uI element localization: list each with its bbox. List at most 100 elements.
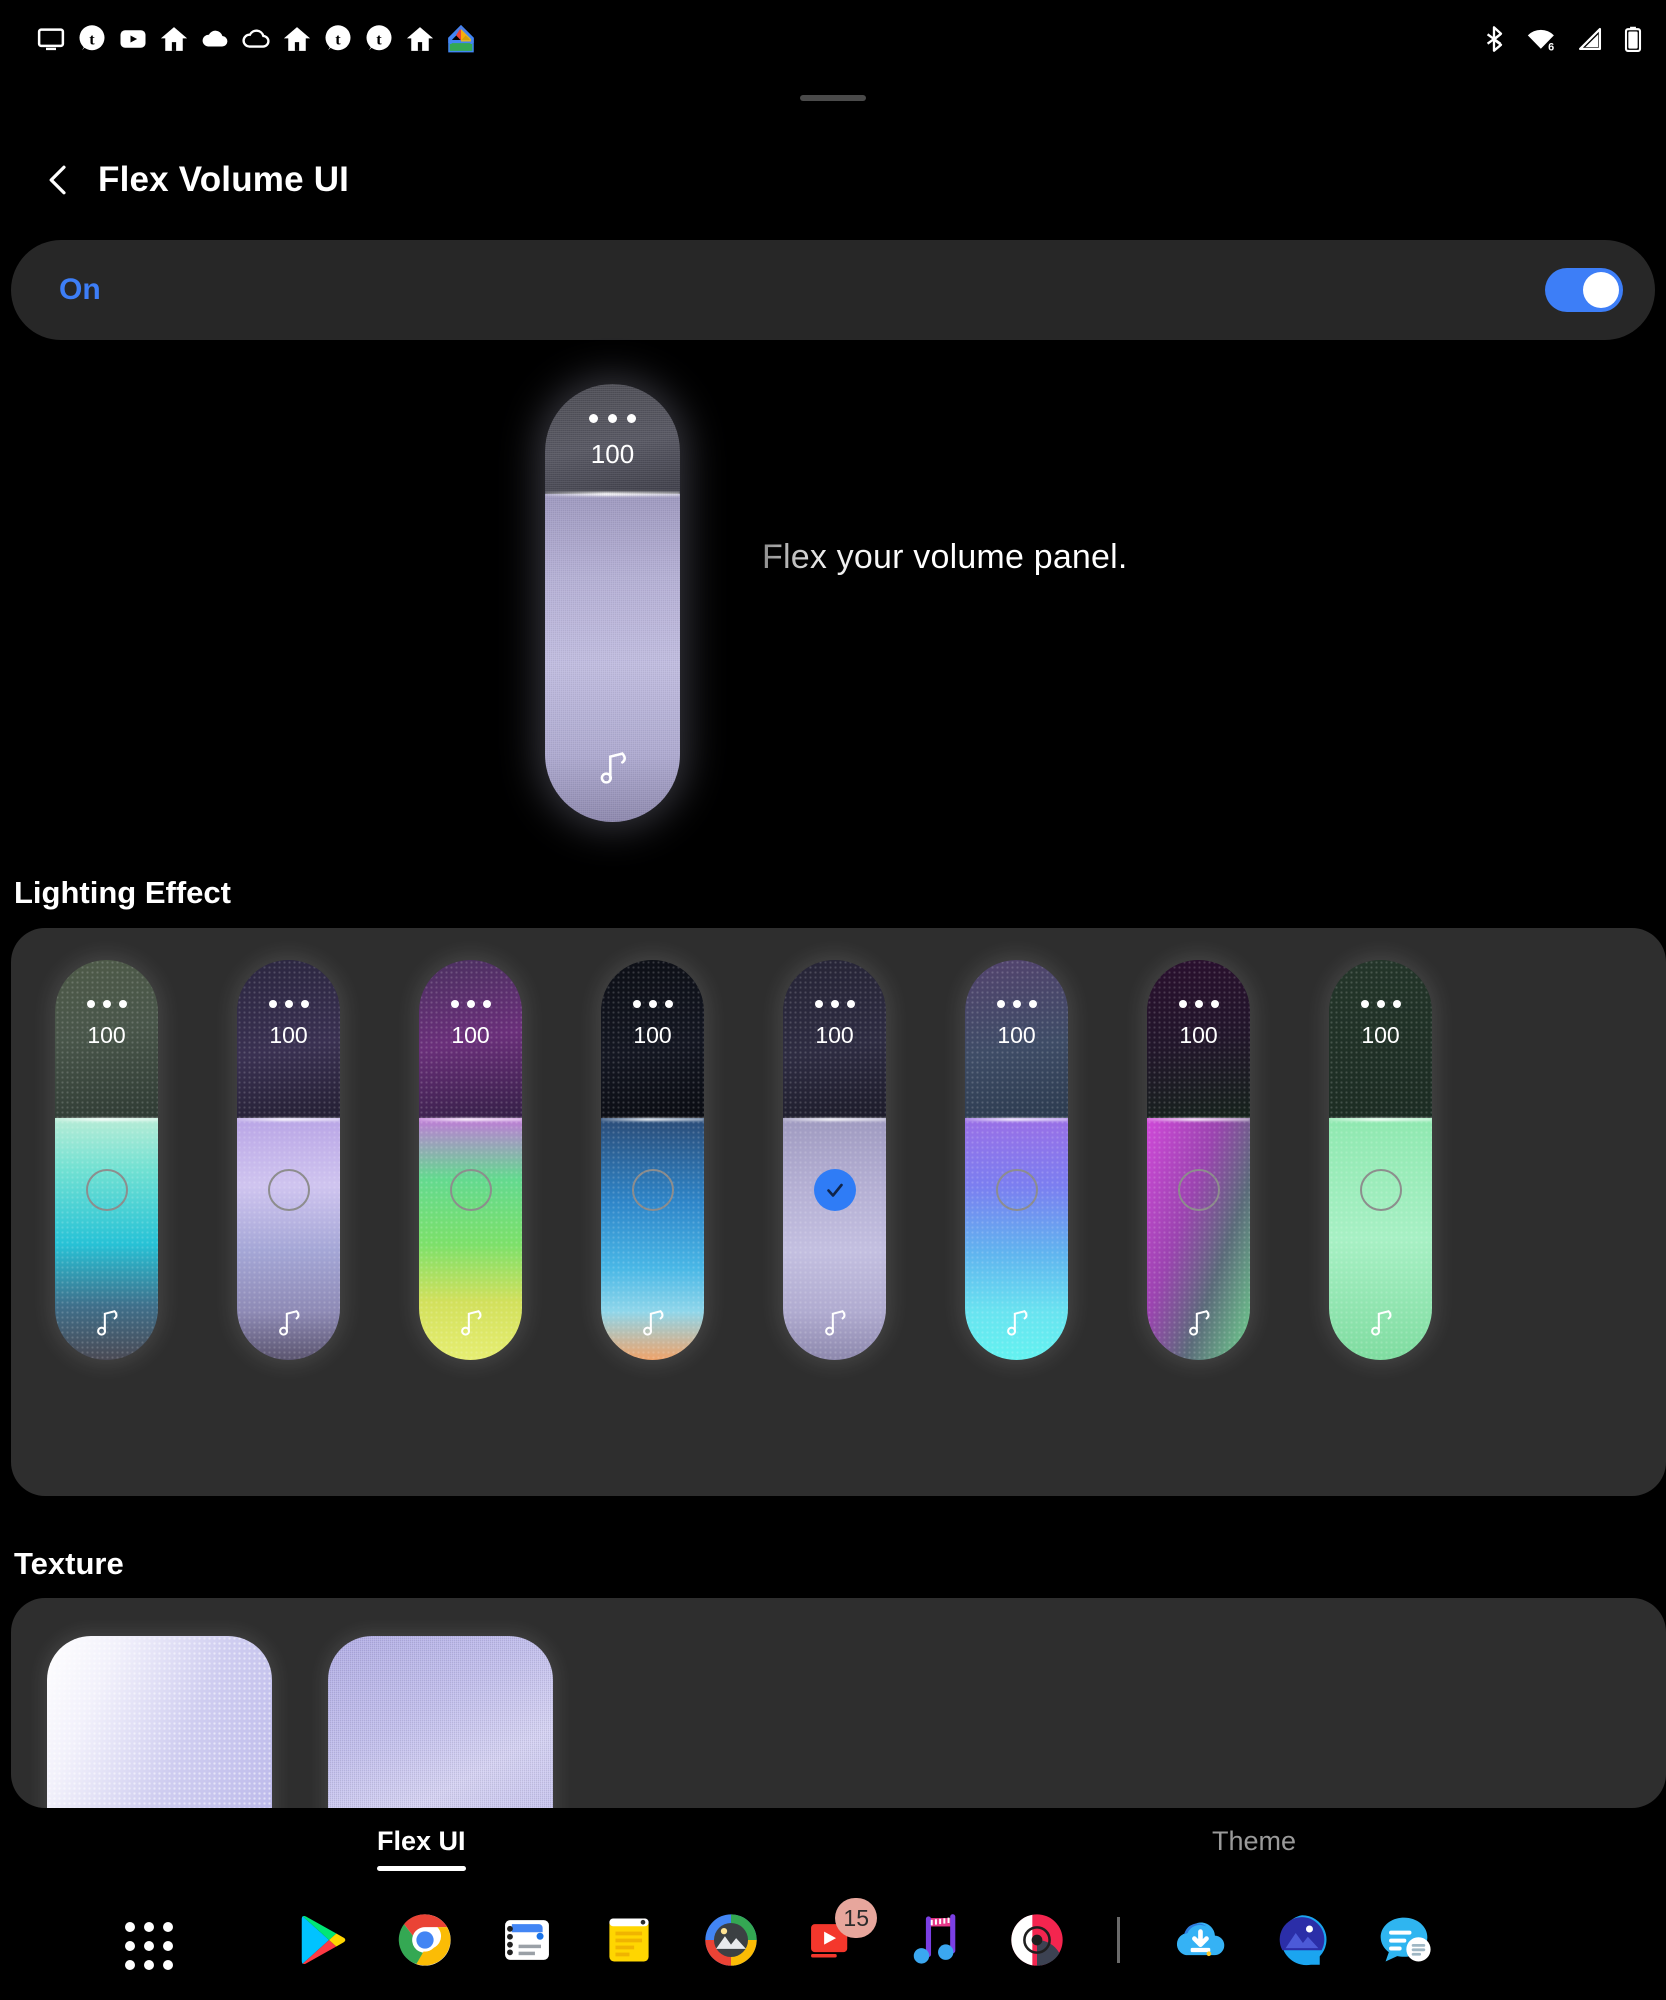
music-disc-icon[interactable] (1009, 1912, 1065, 1968)
keep-notes-icon[interactable] (601, 1912, 657, 1968)
texture-thumbnails (47, 1636, 553, 1808)
files-icon[interactable] (499, 1912, 555, 1968)
music-note-icon (783, 1308, 886, 1338)
home-icon (406, 27, 434, 51)
sheet-grabber[interactable] (800, 95, 866, 101)
preview-caption: Flex your volume panel. (762, 538, 1128, 576)
lighting-effect-title: Lighting Effect (14, 875, 231, 910)
thumb-value: 100 (87, 1022, 126, 1048)
thumb-level-line (55, 1118, 158, 1121)
lighting-effect-thumb-purple-cyan[interactable]: 100 (965, 960, 1068, 1360)
gallery-icon[interactable] (1274, 1912, 1330, 1968)
master-toggle-switch[interactable] (1545, 268, 1623, 312)
music-note-icon (965, 1308, 1068, 1338)
tumblr-icon: t (325, 25, 351, 51)
thumb-level-line (783, 1118, 886, 1121)
music-note-icon (419, 1308, 522, 1338)
page-title: Flex Volume UI (98, 160, 350, 199)
music-note-icon (237, 1308, 340, 1338)
thumb-more-dots-icon (55, 1000, 158, 1008)
dock-app-list: 15 (295, 1898, 1432, 1968)
thumb-value: 100 (1361, 1022, 1400, 1048)
thumb-more-dots-icon (419, 1000, 522, 1008)
status-system-icons: 6 (1480, 25, 1644, 53)
lighting-effect-radio-rainbow-lime[interactable] (449, 1169, 492, 1211)
tab-flex-ui[interactable]: Flex UI (377, 1826, 466, 1871)
lighting-effect-radio-group (0, 1169, 1666, 1229)
thumb-more-dots-icon (601, 1000, 704, 1008)
lighting-effect-radio-mint-glow[interactable] (1359, 1169, 1402, 1211)
status-bar: t t t 6 (0, 0, 1666, 78)
thumb-value: 100 (269, 1022, 308, 1048)
music-note-icon (545, 750, 680, 786)
svg-text:6: 6 (1548, 41, 1554, 53)
texture-thumb-fine-grain[interactable] (328, 1636, 553, 1808)
music-notes-icon[interactable] (907, 1912, 963, 1968)
svg-text:t: t (376, 31, 382, 49)
lighting-effect-radio-blue-sunset[interactable] (631, 1169, 674, 1211)
lighting-effect-thumb-magenta-green[interactable]: 100 (1147, 960, 1250, 1360)
music-note-icon (1147, 1308, 1250, 1338)
back-chevron-icon[interactable] (42, 163, 76, 197)
thumb-more-dots-icon (783, 1000, 886, 1008)
slider-more-dots-icon[interactable] (545, 414, 680, 423)
thumb-level-line (419, 1118, 522, 1121)
system-dock: 15 (0, 1892, 1666, 2000)
tab-theme[interactable]: Theme (1212, 1826, 1296, 1857)
thumb-value: 100 (997, 1022, 1036, 1048)
chrome-icon[interactable] (397, 1912, 453, 1968)
lighting-effect-thumb-green-teal[interactable]: 100 (55, 960, 158, 1360)
preview-area: 100 Flex your volume panel. (0, 352, 1666, 832)
lighting-effect-radio-violet-haze[interactable] (267, 1169, 310, 1211)
master-toggle-label: On (59, 273, 101, 306)
thumb-more-dots-icon (237, 1000, 340, 1008)
master-toggle-row[interactable]: On (11, 240, 1655, 340)
music-note-icon (1329, 1308, 1432, 1338)
messages-icon[interactable] (1376, 1912, 1432, 1968)
thumb-level-line (1329, 1118, 1432, 1121)
thumb-level-line (237, 1118, 340, 1121)
texture-thumb-halftone-dots[interactable] (47, 1636, 272, 1808)
texture-title: Texture (14, 1546, 124, 1581)
dock-divider (1117, 1917, 1120, 1963)
slider-level-line (545, 492, 680, 496)
lighting-effect-thumb-lavender-mist[interactable]: 100 (783, 960, 886, 1360)
slider-value: 100 (590, 439, 635, 469)
video-player-icon[interactable]: 15 (805, 1898, 877, 1968)
lighting-effect-radio-magenta-green[interactable] (1177, 1169, 1220, 1211)
status-notification-icons: t t t (36, 24, 476, 54)
lighting-effect-thumb-blue-sunset[interactable]: 100 (601, 960, 704, 1360)
texture-card (11, 1598, 1666, 1808)
svg-text:t: t (335, 31, 341, 49)
music-note-icon (601, 1308, 704, 1338)
wifi-6-icon: 6 (1527, 29, 1554, 53)
cloud-outline-icon (242, 29, 270, 48)
tab-flex-ui-label: Flex UI (377, 1826, 466, 1856)
thumb-more-dots-icon (1329, 1000, 1432, 1008)
lighting-effect-radio-purple-cyan[interactable] (995, 1169, 1038, 1211)
volume-slider-preview[interactable]: 100 (545, 384, 680, 822)
lighting-effect-radio-green-teal[interactable] (85, 1169, 128, 1211)
lighting-effect-thumbnails: 100 100 100 100 100 100 100 100 (11, 960, 1432, 1360)
lighting-effect-thumb-rainbow-lime[interactable]: 100 (419, 960, 522, 1360)
lighting-effect-thumb-mint-glow[interactable]: 100 (1329, 960, 1432, 1360)
home-icon (160, 27, 188, 51)
video-player-badge: 15 (835, 1898, 877, 1938)
tumblr-icon: t (79, 25, 105, 51)
monitor-icon (37, 28, 65, 51)
thumb-more-dots-icon (1147, 1000, 1250, 1008)
lighting-effect-thumb-violet-haze[interactable]: 100 (237, 960, 340, 1360)
tumblr-icon: t (366, 25, 392, 51)
cloud-icon (202, 30, 228, 47)
youtube-icon (120, 30, 146, 48)
play-store-icon[interactable] (295, 1912, 351, 1968)
photos-icon[interactable] (703, 1912, 759, 1968)
lighting-effect-radio-lavender-mist[interactable] (813, 1169, 856, 1211)
thumb-value: 100 (633, 1022, 672, 1048)
thumb-level-line (965, 1118, 1068, 1121)
cellular-signal-icon (1578, 27, 1602, 51)
thumb-level-line (601, 1118, 704, 1121)
app-drawer-icon[interactable] (125, 1922, 173, 1970)
bottom-tab-bar: Flex UI Theme (0, 1812, 1666, 1892)
cloud-download-icon[interactable] (1172, 1912, 1228, 1968)
